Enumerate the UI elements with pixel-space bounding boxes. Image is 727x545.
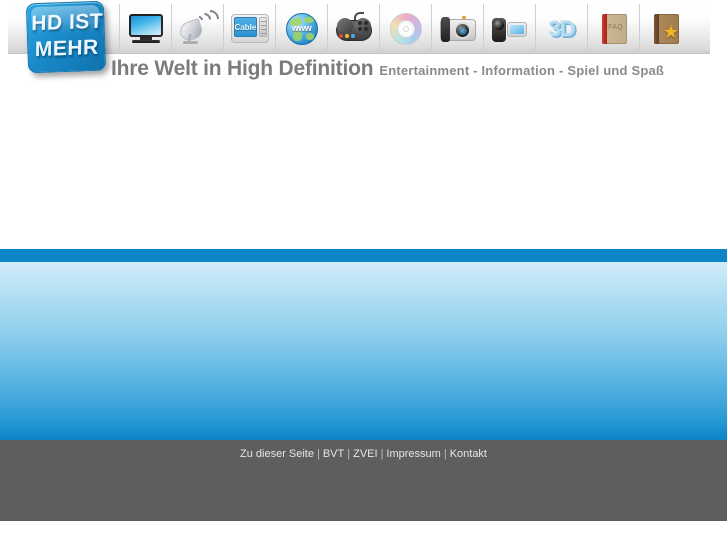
gamepad-icon: [334, 12, 374, 46]
footer-link[interactable]: Zu dieser Seite: [240, 448, 314, 460]
nav-item-cable[interactable]: Cable: [224, 4, 276, 54]
three-d-icon: 3D: [542, 12, 582, 46]
cable-box-icon: Cable: [230, 12, 270, 46]
nav-item-3d[interactable]: 3D: [536, 4, 588, 54]
nav-item-camcorder[interactable]: [484, 4, 536, 54]
camcorder-icon: [490, 12, 530, 46]
nav-item-satellite[interactable]: [172, 4, 224, 54]
site-tagline: Ihre Welt in High Definition Entertainme…: [111, 57, 664, 81]
footer-separator: |: [380, 448, 384, 460]
site-footer: Zu dieser Seite | BVT | ZVEI | Impressum | Konta…: [0, 440, 727, 521]
footer-link[interactable]: ZVEI: [353, 448, 377, 460]
logo-text: HD IST MEHR: [28, 9, 107, 64]
logo-line-1: HD IST: [31, 9, 104, 36]
logo-line-2: MEHR: [34, 35, 99, 62]
page-root: Cable www 3D FAQ ★ HD IST MEHR Ihre Welt…: [0, 0, 727, 545]
cable-screen-text: Cable: [233, 17, 257, 37]
nav-item-games[interactable]: [328, 4, 380, 54]
blue-gradient-panel: [0, 262, 727, 440]
footer-separator: |: [347, 448, 351, 460]
icon-navigation-bar: Cable www 3D FAQ ★: [8, 4, 710, 54]
favorites-book-icon: ★: [646, 12, 686, 46]
nav-item-photo[interactable]: [432, 4, 484, 54]
tagline-sub: Entertainment - Information - Spiel und …: [379, 63, 665, 78]
nav-item-disc[interactable]: [380, 4, 432, 54]
blue-divider-bar: [0, 249, 727, 262]
star-icon: ★: [662, 22, 680, 42]
footer-separator: |: [316, 448, 320, 460]
footer-link[interactable]: Kontakt: [450, 448, 487, 460]
nav-item-internet[interactable]: www: [276, 4, 328, 54]
footer-link[interactable]: BVT: [323, 448, 344, 460]
site-header: Cable www 3D FAQ ★ HD IST MEHR Ihre Welt…: [0, 0, 727, 100]
satellite-dish-icon: [177, 6, 223, 46]
faq-book-icon: FAQ: [594, 12, 634, 46]
globe-www-icon: www: [282, 12, 322, 46]
disc-icon: [386, 12, 426, 46]
footer-link-list: Zu dieser Seite | BVT | ZVEI | Impressum | Konta…: [0, 448, 727, 460]
photo-camera-icon: [438, 12, 478, 46]
footer-separator: |: [443, 448, 447, 460]
nav-item-tv[interactable]: [120, 4, 172, 54]
nav-item-favorites[interactable]: ★: [640, 4, 692, 54]
site-logo[interactable]: HD IST MEHR: [25, 0, 107, 74]
globe-www-text: www: [291, 23, 312, 33]
footer-link[interactable]: Impressum: [386, 448, 440, 460]
tagline-main: Ihre Welt in High Definition: [111, 57, 374, 80]
faq-book-label: FAQ: [608, 24, 623, 31]
nav-item-faq[interactable]: FAQ: [588, 4, 640, 54]
three-d-text: 3D: [548, 16, 575, 41]
tv-icon: [126, 12, 166, 46]
